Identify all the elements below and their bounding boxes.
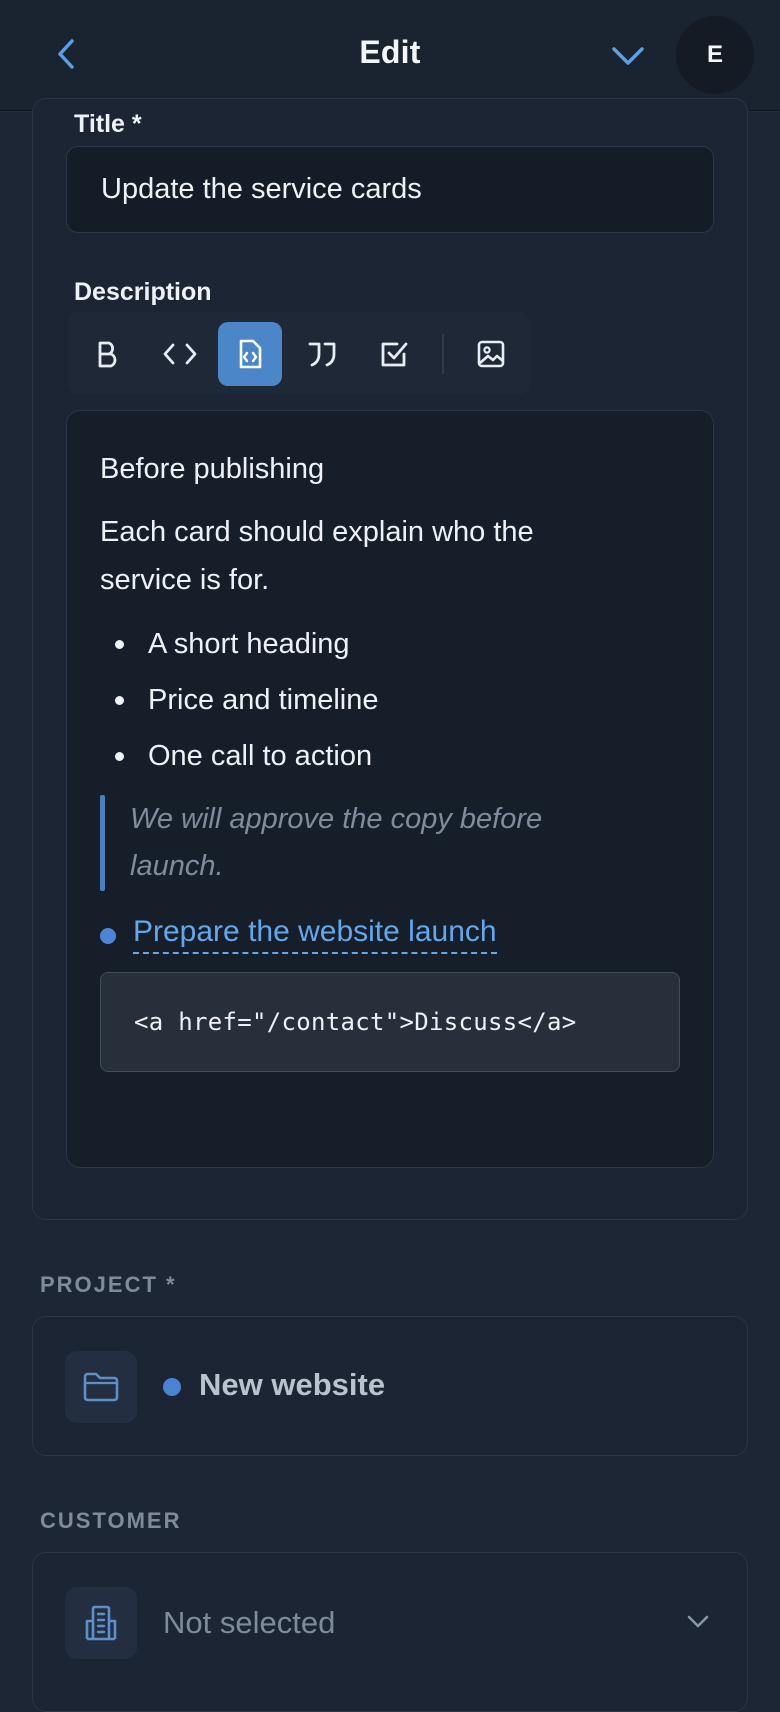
task-list-button[interactable] [362, 322, 426, 386]
task-status-dot [100, 928, 116, 944]
editor-paragraph-line-1: Each card should explain who the [100, 516, 534, 548]
list-item: One call to action [148, 740, 373, 772]
quote-icon [308, 342, 336, 367]
customer-section-label: CUSTOMER [40, 1508, 182, 1533]
project-icon-tile [65, 1351, 137, 1423]
quote-button[interactable] [290, 322, 354, 386]
chevron-down-icon [612, 47, 644, 65]
customer-icon-tile [65, 1587, 137, 1659]
blockquote-line-1: We will approve the copy before [130, 803, 543, 835]
checkbox-icon [381, 342, 408, 367]
toolbar-divider [442, 334, 444, 374]
title-label: Title * [74, 110, 142, 138]
editor-heading: Before publishing [100, 453, 325, 485]
image-icon [477, 340, 505, 368]
editor-paragraph-line-2: service is for. [100, 564, 270, 596]
list-item: Price and timeline [148, 684, 379, 716]
code-file-icon [239, 339, 262, 369]
inline-code-button[interactable] [148, 322, 212, 386]
top-bar: Edit E [0, 0, 780, 111]
list-item: A short heading [148, 628, 350, 660]
title-input[interactable]: Update the service cards [66, 146, 714, 233]
code-text: <a href="/contact">Discuss</a> [134, 1008, 577, 1036]
customer-select[interactable]: Not selected [32, 1552, 748, 1712]
project-section-label: PROJECT * [40, 1272, 177, 1297]
project-select[interactable]: New website [32, 1316, 748, 1456]
customer-dropdown-toggle[interactable] [683, 1607, 713, 1637]
bold-icon [98, 341, 117, 368]
insert-image-button[interactable] [459, 322, 523, 386]
blockquote: We will approve the copy before launch. [130, 796, 650, 890]
customer-value: Not selected [163, 1605, 336, 1640]
code-block: <a href="/contact">Discuss</a> [100, 972, 680, 1072]
project-color-dot [163, 1378, 181, 1396]
bullet-marker [115, 640, 124, 649]
blockquote-line-2: launch. [130, 850, 224, 882]
collapse-button[interactable] [608, 38, 648, 74]
blockquote-bar [100, 795, 105, 891]
avatar[interactable]: E [676, 16, 754, 94]
description-label: Description [74, 278, 212, 306]
page-title: Edit [359, 34, 421, 70]
folder-icon [83, 1372, 119, 1402]
chevron-down-icon [687, 1615, 709, 1628]
bullet-marker [115, 752, 124, 761]
title-input-value: Update the service cards [101, 173, 422, 205]
building-icon [85, 1605, 117, 1641]
bold-button[interactable] [76, 322, 140, 386]
bullet-marker [115, 696, 124, 705]
project-value: New website [199, 1367, 386, 1402]
code-block-button[interactable] [218, 322, 282, 386]
task-link[interactable]: Prepare the website launch [133, 912, 497, 954]
formatting-toolbar [68, 312, 530, 394]
code-icon [163, 343, 197, 365]
